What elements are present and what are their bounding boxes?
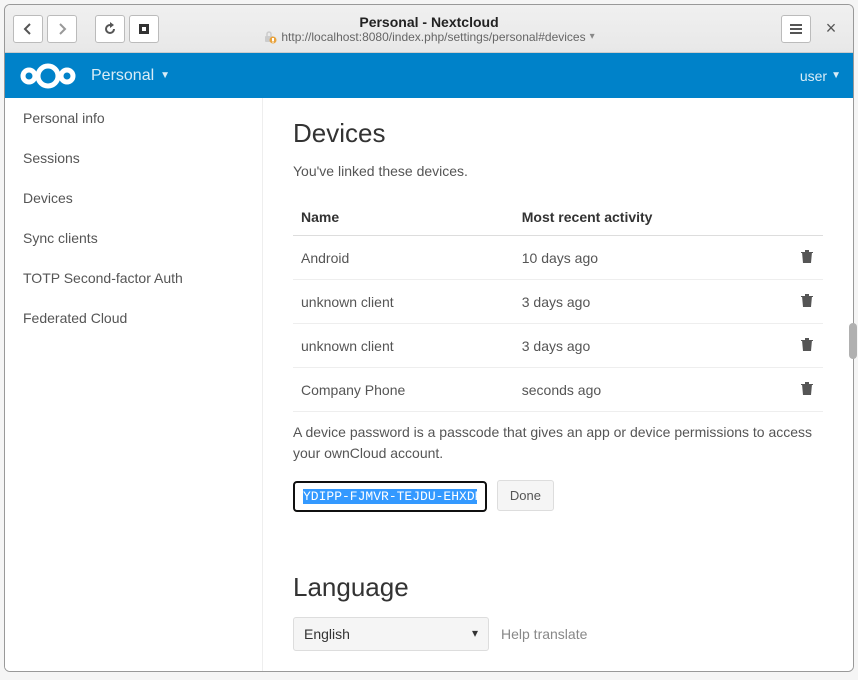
table-row: Android10 days ago (293, 236, 823, 280)
device-name: Company Phone (293, 368, 514, 412)
device-name: unknown client (293, 280, 514, 324)
reload-button[interactable] (95, 15, 125, 43)
delete-icon[interactable] (783, 236, 823, 280)
app-nav-dropdown[interactable]: Personal ▼ (91, 67, 170, 85)
user-label: user (800, 68, 827, 84)
settings-sidebar: Personal info Sessions Devices Sync clie… (5, 98, 263, 671)
sidebar-item-sessions[interactable]: Sessions (5, 138, 262, 178)
url-dropdown-icon[interactable]: ▾ (590, 31, 595, 42)
app-header: Personal ▼ user ▼ (5, 53, 853, 98)
device-password-input[interactable] (293, 481, 487, 512)
sidebar-item-totp[interactable]: TOTP Second-factor Auth (5, 258, 262, 298)
device-name: Android (293, 236, 514, 280)
device-password-desc: A device password is a passcode that giv… (293, 422, 823, 464)
language-heading: Language (293, 572, 823, 603)
menu-button[interactable] (781, 15, 811, 43)
table-row: unknown client3 days ago (293, 280, 823, 324)
devices-heading: Devices (293, 118, 823, 149)
caret-down-icon: ▼ (160, 70, 170, 81)
done-button[interactable]: Done (497, 480, 554, 511)
close-button[interactable]: × (817, 15, 845, 43)
device-name: unknown client (293, 324, 514, 368)
caret-down-icon: ▼ (831, 70, 841, 81)
devices-intro: You've linked these devices. (293, 163, 823, 179)
forward-button[interactable] (47, 15, 77, 43)
user-menu[interactable]: user ▼ (800, 68, 841, 84)
table-row: Company Phoneseconds ago (293, 368, 823, 412)
app-nav-label: Personal (91, 67, 154, 85)
sidebar-item-federated-cloud[interactable]: Federated Cloud (5, 298, 262, 338)
device-activity: 3 days ago (514, 324, 783, 368)
browser-toolbar: Personal - Nextcloud http://localhost:80… (5, 5, 853, 53)
sidebar-item-personal-info[interactable]: Personal info (5, 98, 262, 138)
col-name: Name (293, 199, 514, 236)
sidebar-item-devices[interactable]: Devices (5, 178, 262, 218)
sidebar-item-sync-clients[interactable]: Sync clients (5, 218, 262, 258)
home-button[interactable] (129, 15, 159, 43)
language-select[interactable]: English (293, 617, 489, 651)
security-icon (263, 30, 277, 44)
device-activity: seconds ago (514, 368, 783, 412)
main-content: Devices You've linked these devices. Nam… (263, 98, 853, 671)
col-activity: Most recent activity (514, 199, 783, 236)
delete-icon[interactable] (783, 280, 823, 324)
nextcloud-logo-icon[interactable] (17, 59, 79, 93)
devices-table: Name Most recent activity Android10 days… (293, 199, 823, 412)
help-translate-link[interactable]: Help translate (501, 626, 587, 642)
table-row: unknown client3 days ago (293, 324, 823, 368)
scrollbar-thumb[interactable] (849, 323, 854, 359)
url-text[interactable]: http://localhost:8080/index.php/settings… (281, 30, 585, 44)
delete-icon[interactable] (783, 324, 823, 368)
back-button[interactable] (13, 15, 43, 43)
delete-icon[interactable] (783, 368, 823, 412)
device-activity: 10 days ago (514, 236, 783, 280)
device-activity: 3 days ago (514, 280, 783, 324)
